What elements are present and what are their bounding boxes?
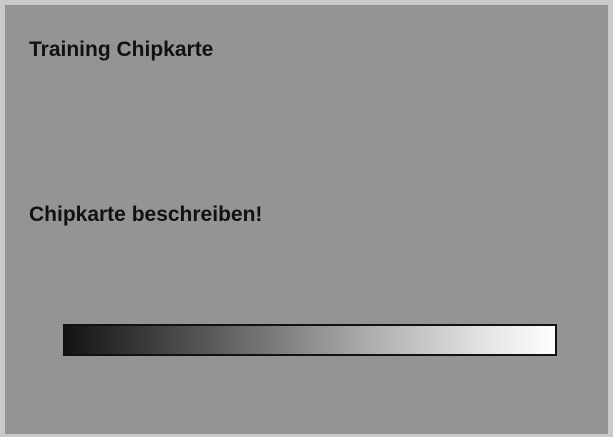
progress-fill xyxy=(65,326,555,354)
chipcard-training-screen: Training Chipkarte Chipkarte beschreiben… xyxy=(0,0,613,437)
progress-bar xyxy=(63,324,557,356)
status-message: Chipkarte beschreiben! xyxy=(29,203,263,226)
screen-title: Training Chipkarte xyxy=(29,38,214,61)
